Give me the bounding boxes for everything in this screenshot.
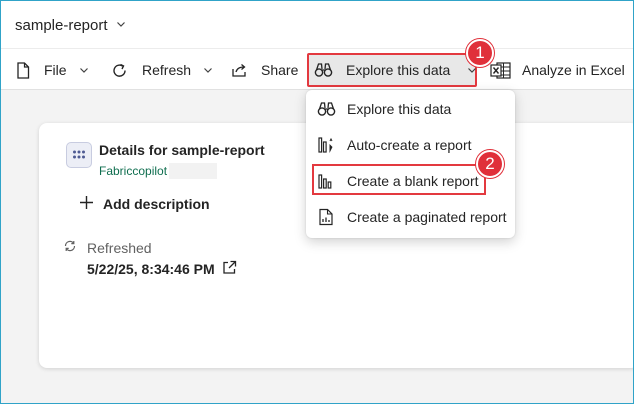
chevron-down-icon (203, 65, 213, 75)
plus-icon (79, 195, 94, 213)
paginated-report-icon (316, 208, 336, 226)
refreshed-timestamp: 5/22/25, 8:34:46 PM (87, 260, 237, 278)
refresh-icon (111, 62, 128, 79)
step-1-callout: 1 (466, 39, 494, 67)
add-description-label: Add description (103, 196, 210, 212)
refreshed-label: Refreshed (87, 239, 152, 256)
callout-number: 1 (475, 43, 485, 62)
auto-create-report-icon (316, 136, 336, 154)
open-external-icon[interactable] (222, 260, 237, 278)
excel-icon (490, 61, 511, 80)
explore-label: Explore this data (346, 62, 451, 78)
redacted-area (169, 163, 217, 179)
blank-report-highlight (312, 164, 486, 195)
details-title: Details for sample-report (99, 142, 265, 158)
file-icon (16, 61, 30, 79)
file-label: File (44, 62, 67, 78)
share-button[interactable]: Share (231, 55, 298, 85)
app-window: sample-report File Refresh Share Explore… (0, 0, 634, 404)
menu-item-explore-this-data[interactable]: Explore this data (306, 91, 515, 127)
report-name: sample-report (15, 17, 108, 34)
analyze-label: Analyze in Excel (522, 62, 625, 78)
refresh-button[interactable]: Refresh (111, 55, 213, 85)
binoculars-icon (316, 101, 336, 117)
chevron-down-icon (116, 19, 126, 32)
step-2-callout: 2 (476, 150, 504, 178)
add-description-button[interactable]: Add description (79, 195, 210, 213)
file-menu-button[interactable]: File (16, 55, 89, 85)
divider (1, 48, 633, 49)
refresh-label: Refresh (142, 62, 192, 78)
binoculars-icon (314, 62, 333, 78)
menu-item-label: Auto-create a report (347, 137, 472, 153)
share-label: Share (261, 62, 299, 78)
explore-this-data-button[interactable]: Explore this data (314, 55, 477, 85)
refreshed-heading: Refreshed (63, 239, 152, 256)
top-bar: sample-report File Refresh Share Explore… (1, 1, 633, 90)
refreshed-value: 5/22/25, 8:34:46 PM (87, 261, 215, 277)
menu-item-label: Explore this data (347, 101, 452, 117)
callout-number: 2 (485, 154, 495, 173)
chevron-down-icon (79, 65, 89, 75)
menu-item-create-paginated-report[interactable]: Create a paginated report (306, 199, 515, 235)
refresh-status-icon (63, 239, 77, 256)
workspace-link[interactable]: Fabriccopilot (99, 164, 167, 178)
report-title-dropdown[interactable]: sample-report (15, 17, 126, 34)
analyze-in-excel-button[interactable]: Analyze in Excel (490, 55, 625, 85)
menu-item-label: Create a paginated report (347, 209, 507, 225)
semantic-model-icon (66, 142, 92, 168)
share-icon (231, 62, 248, 78)
